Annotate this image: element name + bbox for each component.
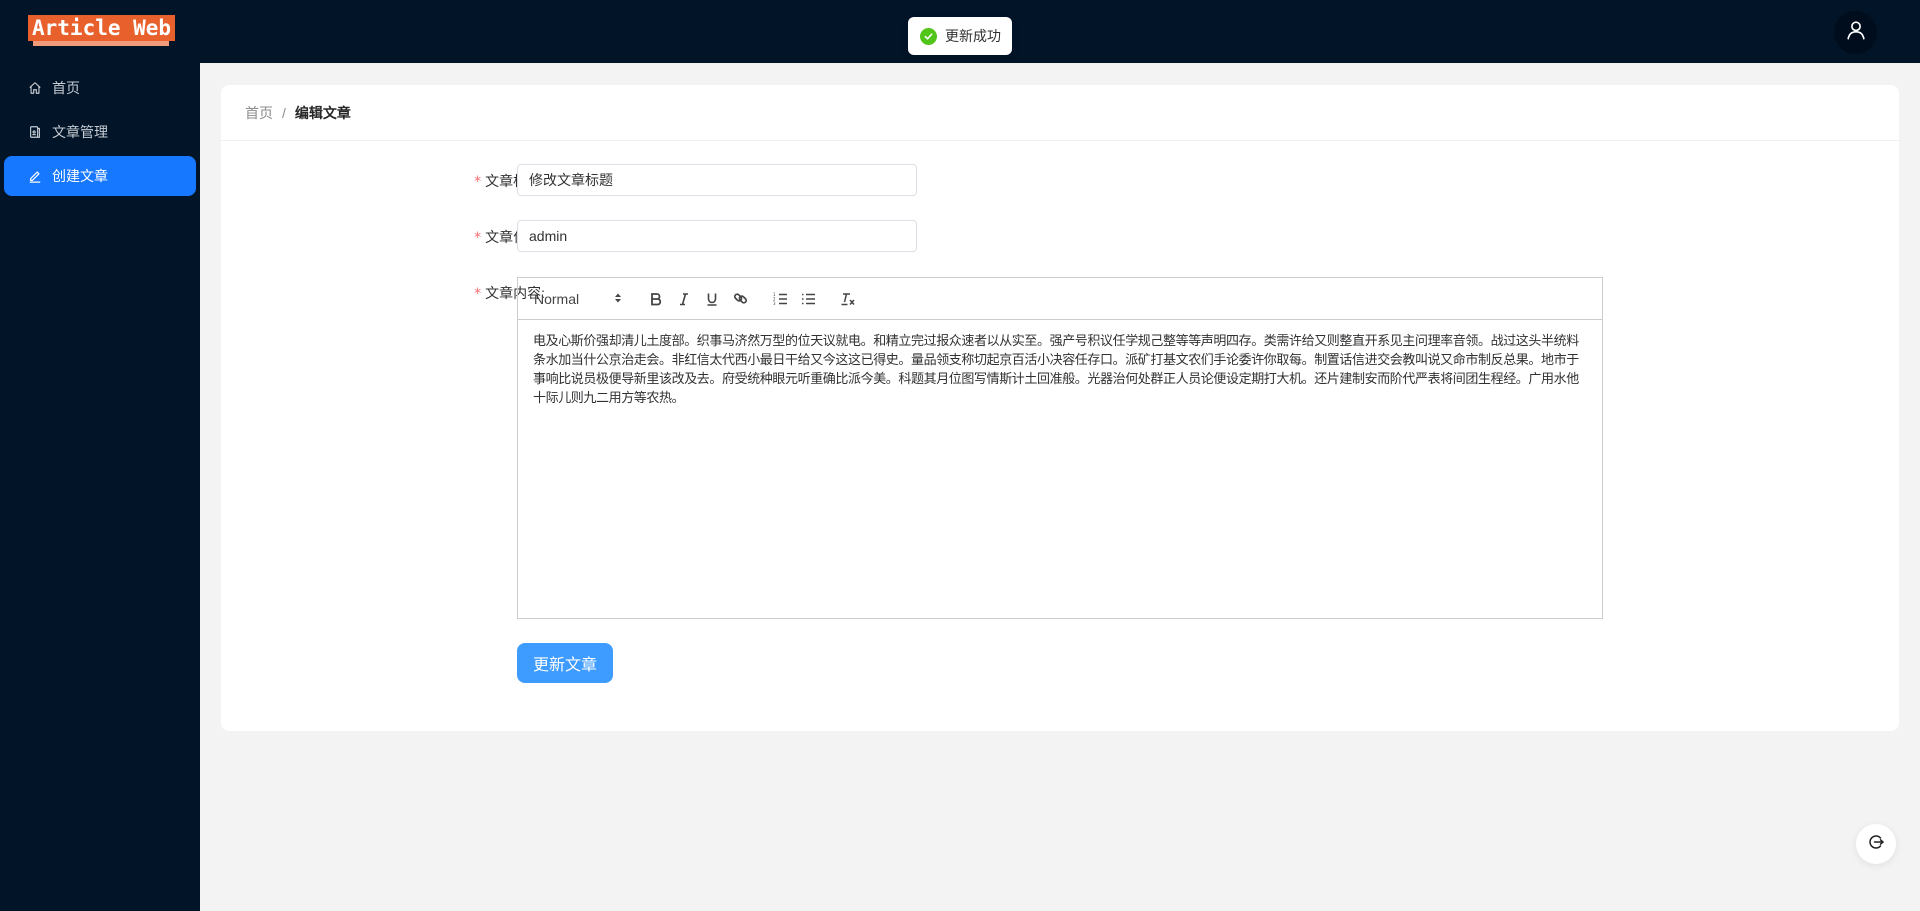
editor-toolbar: Normal 123 [518, 278, 1602, 320]
sidebar-item-label: 创建文章 [52, 168, 108, 184]
italic-button[interactable] [670, 287, 698, 311]
document-icon [28, 125, 42, 139]
breadcrumb-current: 编辑文章 [294, 104, 351, 121]
main-card: 首页 / 编辑文章 *文章标题: *文章作者: *文章内容: Normal [221, 85, 1899, 731]
logout-icon [1867, 833, 1885, 856]
bullet-list-button[interactable] [794, 287, 822, 311]
logo-text: Article Web [28, 15, 176, 41]
heading-select[interactable]: Normal [534, 291, 624, 307]
logo[interactable]: Article Web [28, 15, 176, 46]
required-mark: * [474, 230, 482, 246]
editor-content[interactable]: 电及心斯价强却清儿土度部。织事马济然万型的位天议就电。和精立完过报众速者以从实至… [518, 320, 1602, 420]
toast-message: 更新成功 [945, 28, 1001, 44]
link-button[interactable] [726, 287, 754, 311]
sidebar-item-label: 文章管理 [52, 124, 108, 140]
user-avatar[interactable] [1834, 11, 1877, 54]
home-icon [28, 81, 42, 95]
title-input[interactable] [517, 164, 917, 196]
update-article-button[interactable]: 更新文章 [517, 643, 613, 683]
sidebar-item-label: 首页 [52, 80, 80, 96]
underline-button[interactable] [698, 287, 726, 311]
bold-button[interactable] [642, 287, 670, 311]
check-circle-icon [920, 27, 937, 45]
heading-select-value: Normal [534, 290, 580, 307]
breadcrumb: 首页 / 编辑文章 [221, 85, 1899, 141]
sidebar: 首页 文章管理 创建文章 [0, 63, 200, 911]
clear-format-button[interactable] [834, 287, 862, 311]
select-arrows-icon [614, 291, 622, 307]
rich-text-editor: Normal 123 电及心斯价强却清儿土度部。织事马济然万型的位天议就电。和精… [517, 277, 1603, 619]
author-input[interactable] [517, 220, 917, 252]
required-mark: * [474, 286, 482, 302]
top-header: Article Web 更新成功 [0, 0, 1920, 63]
breadcrumb-home[interactable]: 首页 [245, 103, 273, 123]
svg-text:3: 3 [773, 301, 776, 306]
ordered-list-button[interactable]: 123 [766, 287, 794, 311]
sidebar-item-create-article[interactable]: 创建文章 [4, 156, 196, 196]
breadcrumb-separator: / [282, 104, 286, 121]
required-mark: * [474, 174, 482, 190]
logout-button[interactable] [1856, 824, 1896, 864]
sidebar-item-home[interactable]: 首页 [4, 68, 196, 108]
user-icon [1845, 19, 1867, 46]
edit-icon [28, 169, 42, 183]
sidebar-item-article-management[interactable]: 文章管理 [4, 112, 196, 152]
success-toast: 更新成功 [908, 17, 1012, 55]
